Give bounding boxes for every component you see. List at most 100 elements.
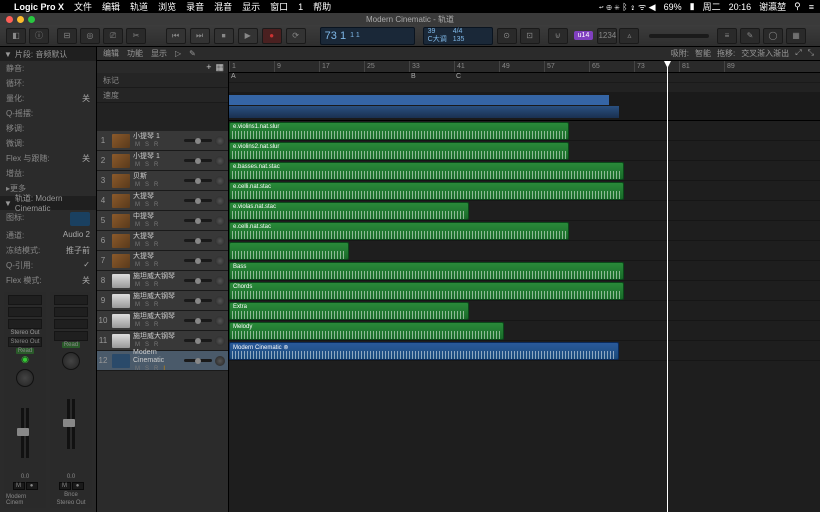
insert-slot[interactable] bbox=[8, 319, 42, 329]
window-titlebar[interactable]: Modern Cinematic - 轨道 bbox=[0, 13, 820, 25]
track-icon[interactable] bbox=[112, 274, 130, 288]
mute-button[interactable]: M bbox=[59, 482, 71, 490]
setting-slot[interactable] bbox=[54, 295, 88, 305]
close-button[interactable] bbox=[6, 16, 13, 23]
spotlight-icon[interactable]: ⚲ bbox=[794, 1, 801, 12]
channel-strip[interactable]: Stereo OutStereo OutRead◉0.0M●Modern Cin… bbox=[4, 292, 46, 508]
track-name[interactable]: 施坦威大钢琴 bbox=[133, 333, 181, 341]
r-button[interactable]: R bbox=[152, 141, 160, 149]
eq-slot[interactable] bbox=[8, 307, 42, 317]
track-icon[interactable] bbox=[112, 134, 130, 148]
m-button[interactable]: M bbox=[133, 161, 142, 169]
track-lane[interactable]: Extra bbox=[229, 301, 820, 321]
track-name[interactable]: 施坦威大钢琴 bbox=[133, 313, 181, 321]
minimize-button[interactable] bbox=[17, 16, 24, 23]
forward-button[interactable]: ⏭ bbox=[190, 28, 210, 44]
replace-button[interactable]: ⊙ bbox=[497, 28, 517, 44]
midi-region[interactable]: e.celli.nat.stac bbox=[229, 222, 569, 240]
pan-knob[interactable] bbox=[215, 156, 225, 166]
browser-button[interactable]: ▦ bbox=[786, 28, 806, 44]
menu-浏览[interactable]: 浏览 bbox=[158, 2, 176, 12]
battery-percent[interactable]: 69% bbox=[664, 2, 682, 12]
track-header[interactable]: 7大提琴MSR bbox=[97, 251, 228, 271]
inspector-row[interactable]: 图标: bbox=[0, 210, 96, 228]
edit-menu[interactable]: 编辑 bbox=[103, 48, 119, 59]
pan-knob[interactable] bbox=[215, 276, 225, 286]
s-button[interactable]: S bbox=[143, 281, 151, 289]
tempo-lane[interactable] bbox=[229, 83, 820, 93]
menu-1[interactable]: 1 bbox=[298, 2, 303, 12]
volume-slider[interactable] bbox=[184, 319, 212, 322]
r-button[interactable]: R bbox=[152, 281, 160, 289]
menu-录音[interactable]: 录音 bbox=[186, 2, 204, 12]
track-header[interactable]: 8施坦威大钢琴MSR bbox=[97, 271, 228, 291]
volume-fader[interactable] bbox=[67, 399, 70, 449]
track-icon[interactable] bbox=[112, 194, 130, 208]
track-icon[interactable] bbox=[112, 174, 130, 188]
m-button[interactable]: M bbox=[133, 301, 142, 309]
m-button[interactable]: M bbox=[133, 141, 142, 149]
tool-pencil-icon[interactable]: ✎ bbox=[189, 49, 196, 58]
track-icon[interactable] bbox=[112, 254, 130, 268]
automation-mode[interactable]: Read bbox=[62, 342, 80, 348]
m-button[interactable]: M bbox=[133, 241, 142, 249]
r-button[interactable]: R bbox=[152, 321, 160, 329]
overview-lane[interactable] bbox=[229, 93, 820, 121]
notification-icon[interactable]: ≡ bbox=[809, 2, 814, 12]
volume-slider[interactable] bbox=[184, 299, 212, 302]
track-header[interactable]: 10施坦威大钢琴MSR bbox=[97, 311, 228, 331]
track-name[interactable]: 施坦威大钢琴 bbox=[133, 273, 181, 281]
tuner-button[interactable]: ⊍ bbox=[548, 28, 568, 44]
inspector-row[interactable]: 量化:关 bbox=[0, 91, 96, 106]
pan-knob[interactable] bbox=[215, 256, 225, 266]
midi-region[interactable] bbox=[229, 242, 349, 260]
r-button[interactable]: R bbox=[152, 261, 160, 269]
key-command-preset[interactable]: u14 bbox=[574, 31, 594, 40]
track-icon[interactable] bbox=[112, 354, 130, 368]
marker-lane[interactable]: ABC bbox=[229, 73, 820, 83]
count-in-button[interactable]: 1234 bbox=[597, 28, 617, 44]
m-button[interactable]: M bbox=[133, 221, 142, 229]
volume-slider[interactable] bbox=[184, 339, 212, 342]
track-header[interactable]: 9施坦威大钢琴MSR bbox=[97, 291, 228, 311]
midi-region[interactable]: Chords bbox=[229, 282, 624, 300]
menu-轨道[interactable]: 轨道 bbox=[130, 2, 148, 12]
m-button[interactable]: M bbox=[133, 201, 142, 209]
track-name[interactable]: Modern Cinematic bbox=[133, 349, 181, 365]
arrange-area[interactable]: 1917253341495765738189 ABC e.violins1.na… bbox=[229, 61, 820, 512]
inspector-row[interactable]: 静音: bbox=[0, 61, 96, 76]
track-header[interactable]: 5中提琴MSR bbox=[97, 211, 228, 231]
library-button[interactable]: ◧ bbox=[6, 28, 26, 44]
track-header[interactable]: 2小提琴 1MSR bbox=[97, 151, 228, 171]
track-icon[interactable] bbox=[70, 212, 90, 226]
r-button[interactable]: R bbox=[152, 241, 160, 249]
r-button[interactable]: R bbox=[152, 201, 160, 209]
smart-controls-button[interactable]: ◎ bbox=[80, 28, 100, 44]
clock-day[interactable]: 周二 bbox=[703, 0, 721, 13]
track-header[interactable]: 6大提琴MSR bbox=[97, 231, 228, 251]
s-button[interactable]: S bbox=[143, 221, 151, 229]
r-button[interactable]: R bbox=[152, 221, 160, 229]
pan-knob[interactable] bbox=[215, 216, 225, 226]
track-icon[interactable] bbox=[112, 334, 130, 348]
s-button[interactable]: S bbox=[143, 161, 151, 169]
marker[interactable]: B bbox=[409, 73, 418, 82]
metronome-button[interactable]: ▵ bbox=[619, 28, 639, 44]
stop-button[interactable]: ⏹ bbox=[214, 28, 234, 44]
solo-button[interactable]: ● bbox=[26, 482, 38, 490]
track-lane[interactable]: e.violas.nat.stac bbox=[229, 201, 820, 221]
list-editors-button[interactable]: ≡ bbox=[717, 28, 737, 44]
volume-slider[interactable] bbox=[184, 359, 212, 362]
mute-button[interactable]: M bbox=[13, 482, 25, 490]
marker-track-header[interactable]: 标记 bbox=[97, 73, 228, 88]
functions-menu[interactable]: 功能 bbox=[127, 48, 143, 59]
volume-slider[interactable] bbox=[184, 239, 212, 242]
inspector-row[interactable]: 微调: bbox=[0, 136, 96, 151]
menu-文件[interactable]: 文件 bbox=[74, 2, 92, 12]
track-lane[interactable]: e.basses.nat.stac bbox=[229, 161, 820, 181]
track-icon[interactable] bbox=[112, 234, 130, 248]
inspector-row[interactable]: 增益: bbox=[0, 166, 96, 181]
pan-knob[interactable] bbox=[215, 356, 225, 366]
bounce-button[interactable]: Bnce bbox=[64, 492, 78, 498]
r-button[interactable]: R bbox=[152, 301, 160, 309]
